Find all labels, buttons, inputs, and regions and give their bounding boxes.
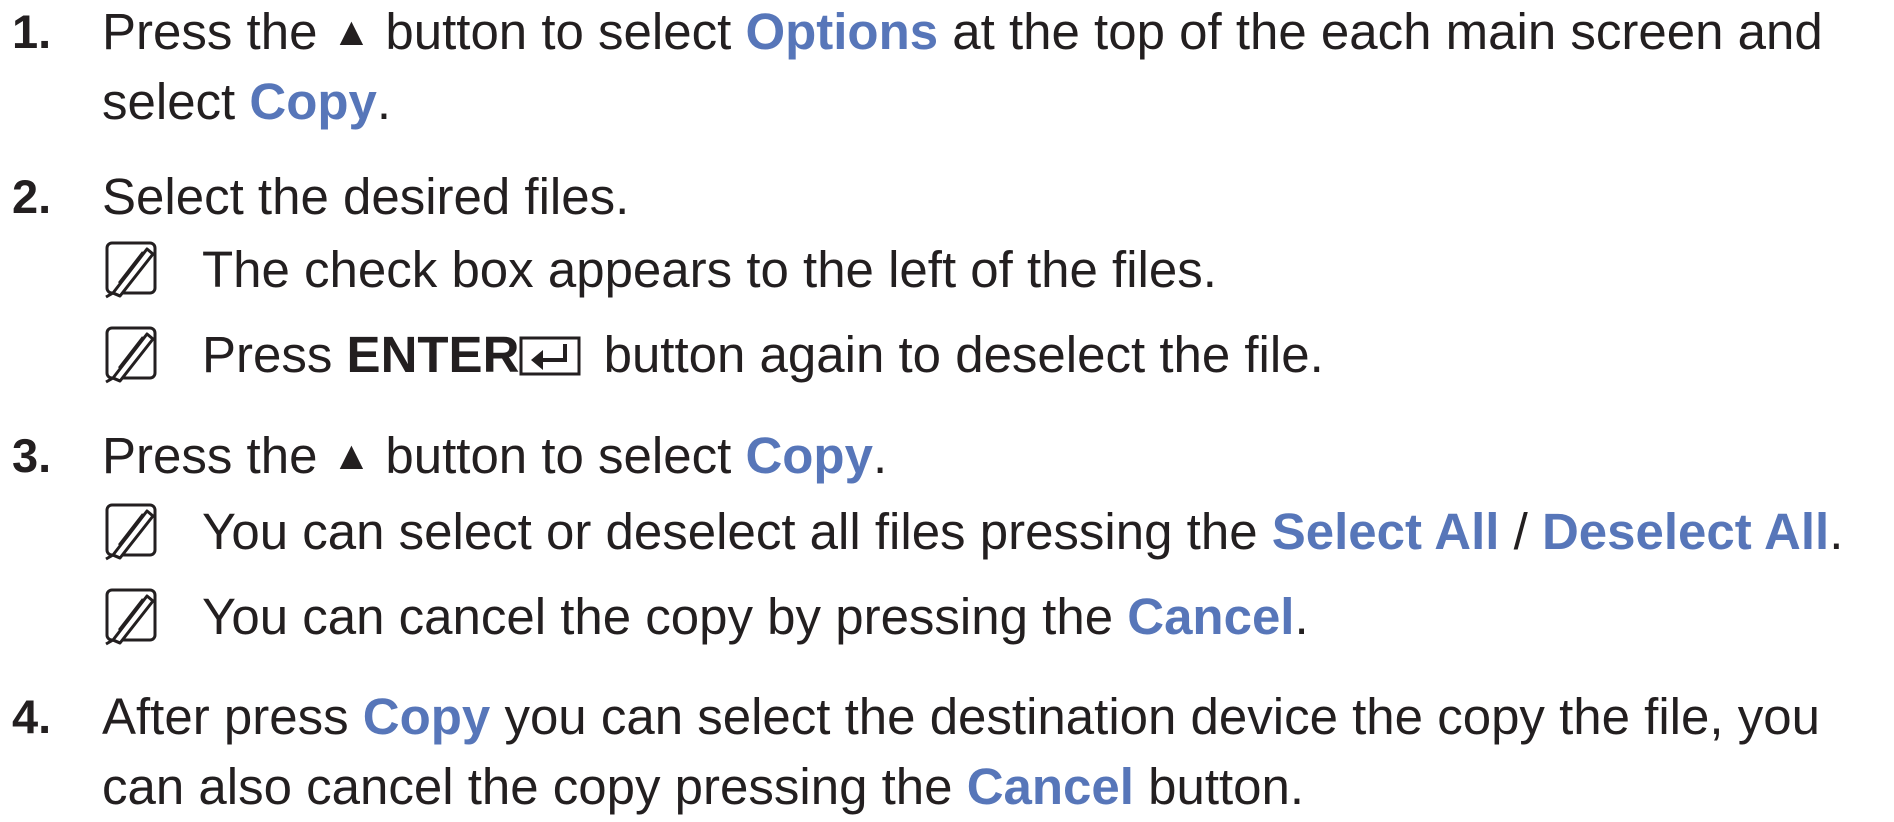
step-number: 1. — [12, 5, 52, 58]
copy-label: Copy — [249, 73, 377, 130]
text: / — [1513, 503, 1528, 560]
cancel-label: Cancel — [1127, 588, 1295, 645]
enter-return-icon — [519, 336, 581, 376]
text: button to select — [385, 3, 732, 60]
step-text: Press the ▲ button to select Options at … — [102, 0, 1882, 137]
step-text: Select the desired files. — [102, 162, 1882, 232]
text: button to select — [385, 427, 732, 484]
text: You can select or deselect all files pre… — [202, 503, 1258, 560]
step-number: 2. — [12, 170, 52, 223]
step-number: 4. — [12, 690, 52, 743]
note-pencil-icon — [105, 241, 157, 299]
up-triangle-icon: ▲ — [331, 434, 372, 478]
text: . — [872, 427, 888, 484]
text: can also cancel the copy pressing the — [102, 758, 953, 815]
text: you can select the destination device th… — [504, 688, 1820, 745]
note-text: You can select or deselect all files pre… — [202, 503, 1843, 561]
options-label: Options — [745, 3, 939, 60]
step-number: 3. — [12, 429, 52, 482]
text: . — [1294, 588, 1309, 645]
enter-label: ENTER — [346, 326, 520, 383]
text: select — [102, 73, 236, 130]
text: . — [376, 73, 392, 130]
text: Press the — [102, 427, 318, 484]
up-triangle-icon: ▲ — [331, 10, 372, 54]
note-text: You can cancel the copy by pressing the … — [202, 588, 1309, 646]
text: at the top of the each main screen and — [952, 3, 1823, 60]
copy-label: Copy — [745, 427, 873, 484]
copy-label: Copy — [362, 688, 491, 745]
text: You can cancel the copy by pressing the — [202, 588, 1114, 645]
note-pencil-icon — [105, 503, 157, 561]
text: After press — [102, 688, 349, 745]
text: Press — [202, 326, 333, 383]
deselect-all-label: Deselect All — [1541, 503, 1830, 560]
text: . — [1829, 503, 1844, 560]
text: Select the desired files. — [102, 168, 630, 225]
text: button again to deselect the file. — [603, 326, 1324, 383]
note-text: The check box appears to the left of the… — [202, 241, 1217, 298]
step-text: After press Copy you can select the dest… — [102, 682, 1882, 822]
note-pencil-icon — [105, 326, 157, 384]
instructions-page: 1. Press the ▲ button to select Options … — [0, 0, 1894, 815]
cancel-label: Cancel — [966, 758, 1134, 815]
select-all-label: Select All — [1271, 503, 1500, 560]
note-text: Press ENTER button again to deselect the… — [202, 326, 1324, 384]
step-text: Press the ▲ button to select Copy. — [102, 421, 1882, 491]
note-pencil-icon — [105, 588, 157, 646]
text: Press the — [102, 3, 318, 60]
text: button. — [1148, 758, 1305, 815]
